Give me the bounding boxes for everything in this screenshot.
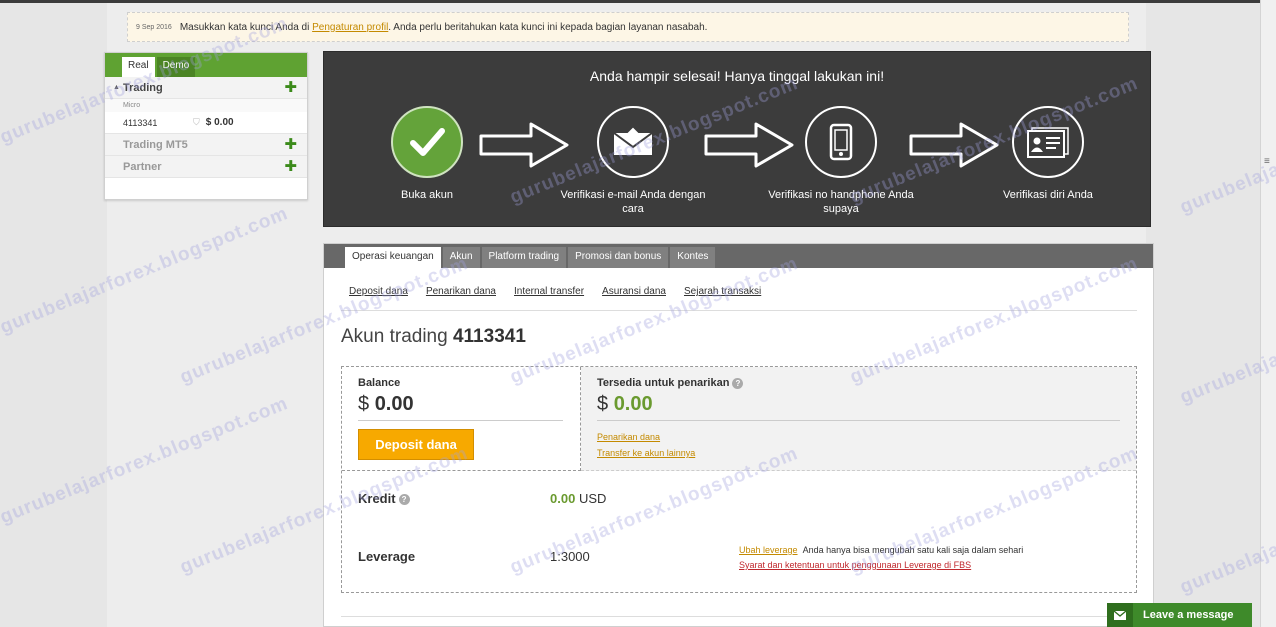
leverage-label: Leverage xyxy=(358,549,416,564)
envelope-icon[interactable] xyxy=(1107,603,1133,627)
deposit-button[interactable]: Deposit dana xyxy=(358,429,474,460)
available-amount: $ 0.00 xyxy=(597,393,1120,421)
balance-box: Balance $ 0.00 Deposit dana Tersedia unt… xyxy=(341,366,1137,593)
leave-message-label: Leave a message xyxy=(1143,609,1234,621)
account-balance: $ 0.00 xyxy=(205,117,234,128)
account-list-item[interactable]: 4113341 ⛉ $ 0.00 xyxy=(105,112,307,134)
credit-label: Kredit xyxy=(358,491,396,506)
credit-value-row: 0.00 USD xyxy=(550,491,606,506)
id-card-icon[interactable] xyxy=(1012,106,1084,178)
account-type-tabs: Real Demo xyxy=(105,53,307,77)
tab-financial-operations[interactable]: Operasi keuangan xyxy=(345,247,441,268)
onboarding-steps-banner: Anda hampir selesai! Hanya tinggal lakuk… xyxy=(323,51,1151,227)
steps-title: Anda hampir selesai! Hanya tinggal lakuk… xyxy=(589,68,885,84)
shield-icon: ⛉ xyxy=(193,117,200,127)
add-mt5-account-icon[interactable]: ✚ xyxy=(284,137,297,152)
page-title-number: 4113341 xyxy=(452,326,526,347)
micro-label: Micro xyxy=(105,99,307,112)
balance-label: Balance xyxy=(358,377,401,389)
account-panel: Real Demo ▲ Trading ✚ Micro 4113341 ⛉ $ … xyxy=(104,52,308,200)
tab-real[interactable]: Real xyxy=(122,57,155,77)
available-label: Tersedia untuk penarikan xyxy=(597,377,730,389)
withdraw-link[interactable]: Penarikan dana xyxy=(597,429,1120,445)
step-label: Verifikasi diri Anda xyxy=(1003,189,1093,201)
trading-section-header[interactable]: ▲ Trading ✚ xyxy=(105,77,307,99)
balance-amount: $ 0.00 xyxy=(358,393,563,421)
subnav-insurance[interactable]: Asuransi dana xyxy=(602,286,666,297)
change-leverage-note: Anda hanya bisa mengubah satu kali saja … xyxy=(802,545,1024,555)
trading-mt5-section[interactable]: Trading MT5 ✚ xyxy=(105,134,307,156)
available-label-row: Tersedia untuk penarikan? xyxy=(597,377,1120,389)
withdraw-links: Penarikan dana Transfer ke akun lainnya xyxy=(597,429,1120,461)
available-section: Tersedia untuk penarikan? $ 0.00 Penarik… xyxy=(581,367,1136,471)
add-trading-account-icon[interactable]: ✚ xyxy=(284,80,297,95)
leave-message-button[interactable]: Leave a message xyxy=(1107,603,1252,627)
account-number: 4113341 xyxy=(123,117,158,128)
step-verify-identity[interactable]: Verifikasi diri Anda xyxy=(968,106,1128,202)
partner-section[interactable]: Partner ✚ xyxy=(105,156,307,178)
tab-contests[interactable]: Kontes xyxy=(670,247,716,268)
tab-promotions[interactable]: Promosi dan bonus xyxy=(568,247,669,268)
credit-unit: USD xyxy=(578,491,607,506)
divider xyxy=(341,616,1137,617)
step-verify-email[interactable]: Verifikasi e-mail Anda dengan cara xyxy=(553,106,713,216)
help-icon[interactable]: ? xyxy=(398,494,410,506)
tab-trading-platform[interactable]: Platform trading xyxy=(481,247,567,268)
main-content: Operasi keuangan Akun Platform trading P… xyxy=(323,243,1154,627)
page-margin-left xyxy=(0,3,107,627)
main-tabs: Operasi keuangan Akun Platform trading P… xyxy=(324,244,1153,268)
tab-account[interactable]: Akun xyxy=(442,247,480,268)
notice-text: Masukkan kata kunci Anda di xyxy=(179,21,313,33)
step-label: Buka akun xyxy=(401,189,453,201)
credit-value: 0.00 xyxy=(550,491,576,506)
collapse-caret-icon[interactable]: ▲ xyxy=(113,84,120,91)
leverage-terms-link[interactable]: Syarat dan ketentuan untuk penggunaan Le… xyxy=(739,560,971,570)
notice-text-tail: . Anda perlu beritahukan kata kunci ini … xyxy=(388,21,708,33)
add-partner-icon[interactable]: ✚ xyxy=(284,159,297,174)
vertical-scrollbar[interactable]: ≡ xyxy=(1260,0,1276,627)
leverage-value: 1:3000 xyxy=(550,549,590,564)
trading-mt5-label: Trading MT5 xyxy=(123,138,188,151)
check-icon xyxy=(391,106,463,178)
trading-label: Trading xyxy=(123,81,163,94)
leverage-note: Ubah leverage Anda hanya bisa mengubah s… xyxy=(739,543,1023,573)
step-label: Verifikasi e-mail Anda dengan cara xyxy=(560,189,706,215)
page-margin-right xyxy=(1146,3,1260,627)
balance-section: Balance $ 0.00 Deposit dana xyxy=(342,367,581,471)
subnav-withdrawal[interactable]: Penarikan dana xyxy=(426,286,496,297)
available-value: 0.00 xyxy=(613,393,653,415)
partner-label: Partner xyxy=(123,160,162,173)
help-icon[interactable]: ? xyxy=(732,377,744,389)
subnav-internal-transfer[interactable]: Internal transfer xyxy=(514,286,584,297)
notice-date: 9 Sep 2016 xyxy=(136,23,172,31)
scrollbar-grip-icon[interactable]: ≡ xyxy=(1264,157,1273,167)
subnav-history[interactable]: Sejarah transaksi xyxy=(684,286,761,297)
available-currency: $ xyxy=(597,393,609,415)
tab-demo[interactable]: Demo xyxy=(156,57,196,77)
balance-currency: $ xyxy=(358,393,370,415)
change-leverage-link[interactable]: Ubah leverage xyxy=(739,545,798,555)
page-title: Akun trading 4113341 xyxy=(341,326,526,348)
transfer-link[interactable]: Transfer ke akun lainnya xyxy=(597,445,1120,461)
divider xyxy=(341,310,1137,311)
sub-navigation: Deposit dana Penarikan dana Internal tra… xyxy=(324,268,1153,297)
phone-icon[interactable] xyxy=(805,106,877,178)
profile-settings-link[interactable]: Pengaturan profil xyxy=(312,22,388,33)
subnav-deposit[interactable]: Deposit dana xyxy=(349,286,408,297)
credit-label-row: Kredit? xyxy=(358,491,410,506)
balance-value: 0.00 xyxy=(374,393,414,415)
envelope-icon[interactable] xyxy=(597,106,669,178)
password-notice: 9 Sep 2016 Masukkan kata kunci Anda di P… xyxy=(127,12,1129,42)
step-label: Verifikasi no handphone Anda supaya xyxy=(768,189,914,215)
page-title-prefix: Akun trading xyxy=(341,326,448,347)
step-verify-phone[interactable]: Verifikasi no handphone Anda supaya xyxy=(761,106,921,216)
